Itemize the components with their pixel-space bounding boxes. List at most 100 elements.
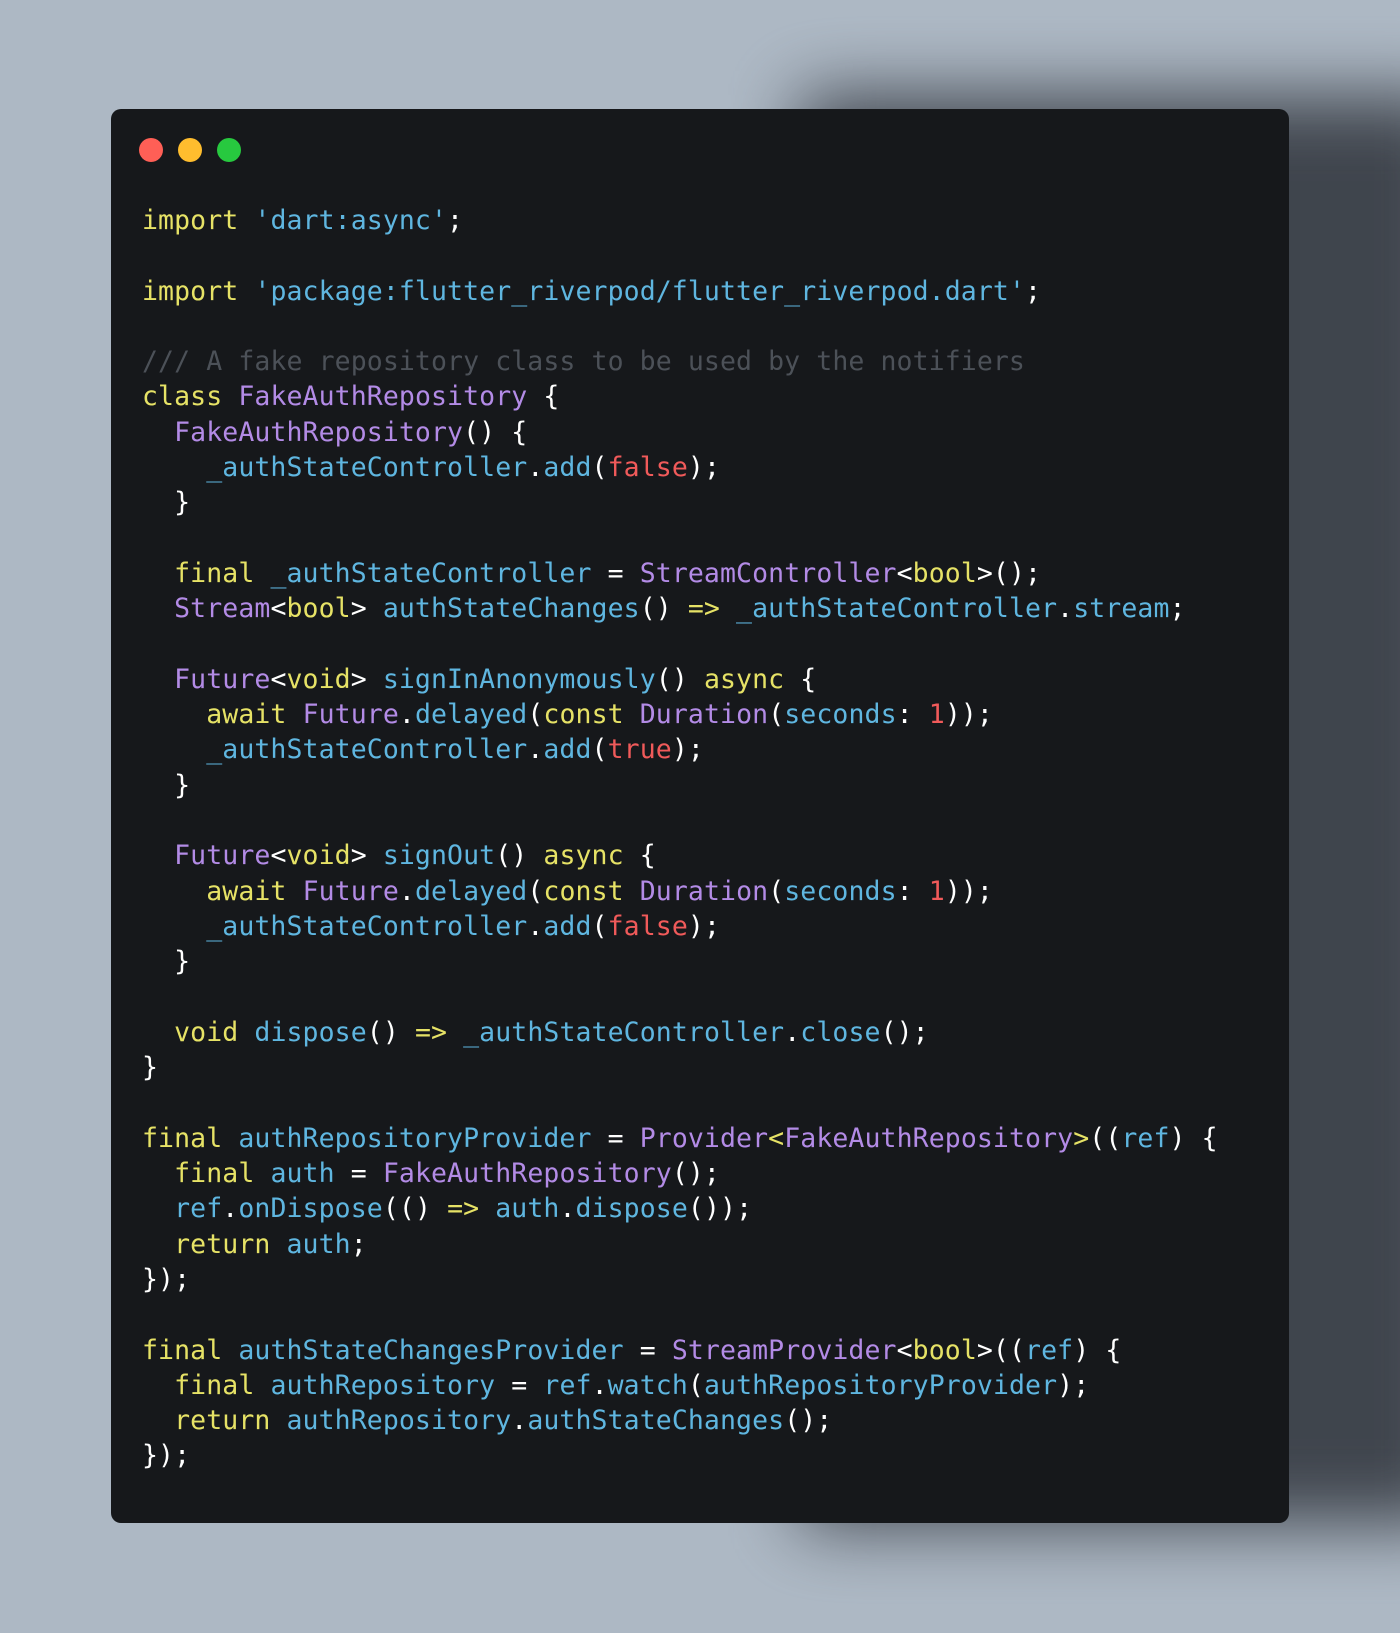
code-token-plain: . (398, 875, 415, 907)
code-token-identifier: auth (270, 1158, 335, 1190)
code-token-plain: . (784, 1016, 801, 1048)
code-token-identifier: authStateChanges (382, 593, 640, 625)
code-token-identifier: authStateChanges (527, 1405, 785, 1437)
code-token-identifier: seconds (784, 699, 897, 731)
code-line: void dispose() => _authStateController.c… (142, 1015, 1218, 1050)
code-token-type: Future (302, 875, 399, 907)
code-token-plain: (); (671, 1158, 720, 1190)
code-token-plain: } (142, 946, 191, 978)
code-token-keyword: import (142, 275, 239, 307)
code-token-keyword: => (447, 1193, 480, 1225)
code-token-literal: 1 (928, 699, 945, 731)
code-token-plain: ( (591, 910, 608, 942)
code-window: import 'dart:async'; import 'package:flut… (111, 109, 1289, 1523)
code-token-type: Provider (639, 1122, 769, 1154)
code-token-plain: ( (687, 1369, 704, 1401)
code-token-plain: }); (142, 1440, 191, 1472)
code-token-plain: () (495, 840, 544, 872)
code-token-keyword: final (174, 557, 255, 589)
code-token-plain: (() (382, 1193, 448, 1225)
code-token-identifier: _authStateController (206, 910, 528, 942)
code-token-identifier: ref (174, 1193, 223, 1225)
code-token-identifier: delayed (414, 699, 528, 731)
code-token-plain: ) { (1169, 1122, 1218, 1154)
code-token-plain: ; (447, 205, 464, 236)
code-line: ref.onDispose(() => auth.dispose()); (142, 1191, 1218, 1226)
code-token-identifier: ref (543, 1369, 592, 1401)
code-token-plain: ; (1025, 275, 1042, 307)
code-token-identifier: auth (286, 1228, 351, 1260)
code-token-plain: } (142, 769, 191, 801)
code-token-keyword: async (543, 840, 624, 872)
code-token-plain: ); (687, 452, 720, 484)
code-token-keyword: void (286, 840, 351, 872)
code-token-keyword: > (1073, 1122, 1090, 1154)
code-token-type: Future (302, 699, 399, 731)
code-token-plain: ); (1057, 1369, 1090, 1401)
code-token-type: FakeAuthRepository (174, 416, 464, 448)
code-token-keyword: bool (286, 593, 351, 625)
code-token-plain: < (896, 557, 913, 589)
code-token-keyword: bool (912, 1334, 977, 1366)
close-dot-icon[interactable] (139, 138, 163, 162)
code-token-plain: < (270, 663, 287, 695)
code-line: _authStateController.add(false); (142, 450, 1218, 485)
code-token-identifier: seconds (784, 875, 897, 907)
code-line: } (142, 485, 1218, 520)
code-line: await Future.delayed(const Duration(seco… (142, 697, 1218, 732)
code-token-plain: >(); (976, 557, 1042, 589)
code-token-keyword: import (142, 205, 239, 236)
code-token-keyword: bool (912, 557, 977, 589)
code-token-identifier: authRepositoryProvider (703, 1369, 1058, 1401)
code-token-plain: () { (463, 416, 528, 448)
code-token-keyword: final (142, 1334, 223, 1366)
code-token-string: 'dart:async' (254, 205, 448, 236)
code-token-keyword: final (174, 1158, 255, 1190)
minimize-dot-icon[interactable] (178, 138, 202, 162)
code-token-identifier: signOut (382, 840, 496, 872)
code-token-keyword: const (543, 699, 624, 731)
code-token-plain: = (334, 1158, 383, 1190)
code-token-plain: ) { (1073, 1334, 1122, 1366)
code-token-identifier: dispose (575, 1193, 688, 1225)
maximize-dot-icon[interactable] (217, 138, 241, 162)
code-token-keyword: void (174, 1016, 239, 1048)
code-token-plain: < (270, 840, 287, 872)
code-line: }); (142, 1262, 1218, 1297)
code-token-plain: = (495, 1369, 544, 1401)
code-token-plain: > (350, 593, 383, 625)
code-token-plain: ( (591, 452, 608, 484)
code-token-identifier: add (543, 452, 592, 484)
code-line: final _authStateController = StreamContr… (142, 556, 1218, 591)
code-token-plain: . (1057, 593, 1074, 625)
code-token-type: StreamProvider (671, 1334, 897, 1366)
code-line: Stream<bool> authStateChanges() => _auth… (142, 591, 1218, 626)
code-token-keyword: await (206, 699, 287, 731)
code-token-plain: () (655, 663, 704, 695)
code-token-type: Future (174, 663, 271, 695)
code-token-identifier: dispose (254, 1016, 367, 1048)
code-token-identifier: close (800, 1016, 881, 1048)
code-line: _authStateController.add(false); (142, 909, 1218, 944)
code-token-plain: ; (350, 1228, 367, 1260)
code-token-type: Duration (639, 875, 769, 907)
code-token-identifier: _authStateController (463, 1016, 785, 1048)
